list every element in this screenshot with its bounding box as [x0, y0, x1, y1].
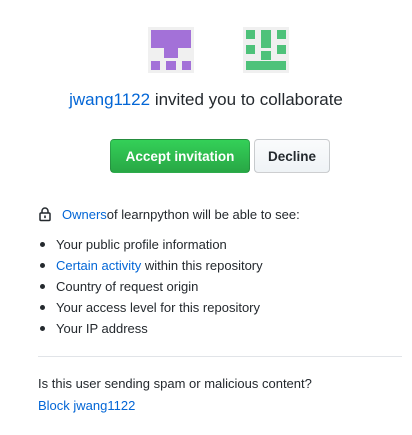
certain-activity-link[interactable]: Certain activity	[56, 255, 141, 276]
list-item: Your public profile information	[38, 234, 398, 255]
user-identicon	[243, 27, 289, 73]
owners-link[interactable]: Owners	[62, 207, 107, 222]
inviter-username-link[interactable]: jwang1122	[69, 90, 150, 109]
invitation-page: jwang1122 invited you to collaborate Acc…	[0, 0, 412, 435]
bullet-icon	[40, 326, 45, 331]
accept-invitation-button[interactable]: Accept invitation	[110, 139, 250, 173]
permission-text: Your public profile information	[56, 237, 227, 252]
permission-text: Your IP address	[56, 321, 148, 336]
owners-suffix: of learnpython will be able to see:	[106, 206, 300, 222]
divider	[38, 356, 402, 357]
invite-text: invited you to collaborate	[150, 90, 343, 109]
list-item: Your IP address	[38, 318, 398, 339]
inviter-avatar[interactable]	[148, 27, 194, 73]
bullet-icon	[40, 284, 45, 289]
permission-text: within this repository	[141, 258, 263, 273]
list-item: Your access level for this repository	[38, 297, 398, 318]
bullet-icon	[40, 263, 45, 268]
inviter-identicon	[148, 27, 194, 73]
permission-text: Country of request origin	[56, 279, 199, 294]
block-user-link[interactable]: Block jwang1122	[38, 397, 135, 415]
lock-icon	[38, 206, 52, 222]
invitation-headline: jwang1122 invited you to collaborate	[0, 88, 412, 112]
permission-text: Your access level for this repository	[56, 300, 261, 315]
list-item: Country of request origin	[38, 276, 398, 297]
permissions-list: Your public profile information Certain …	[38, 234, 398, 339]
list-item: Certain activity within this repository	[38, 255, 398, 276]
bullet-icon	[40, 242, 45, 247]
decline-invitation-button[interactable]: Decline	[254, 139, 330, 173]
bullet-icon	[40, 305, 45, 310]
user-avatar[interactable]	[243, 27, 289, 73]
owners-notice: Owners of learnpython will be able to se…	[38, 203, 300, 225]
spam-question: Is this user sending spam or malicious c…	[38, 376, 312, 391]
